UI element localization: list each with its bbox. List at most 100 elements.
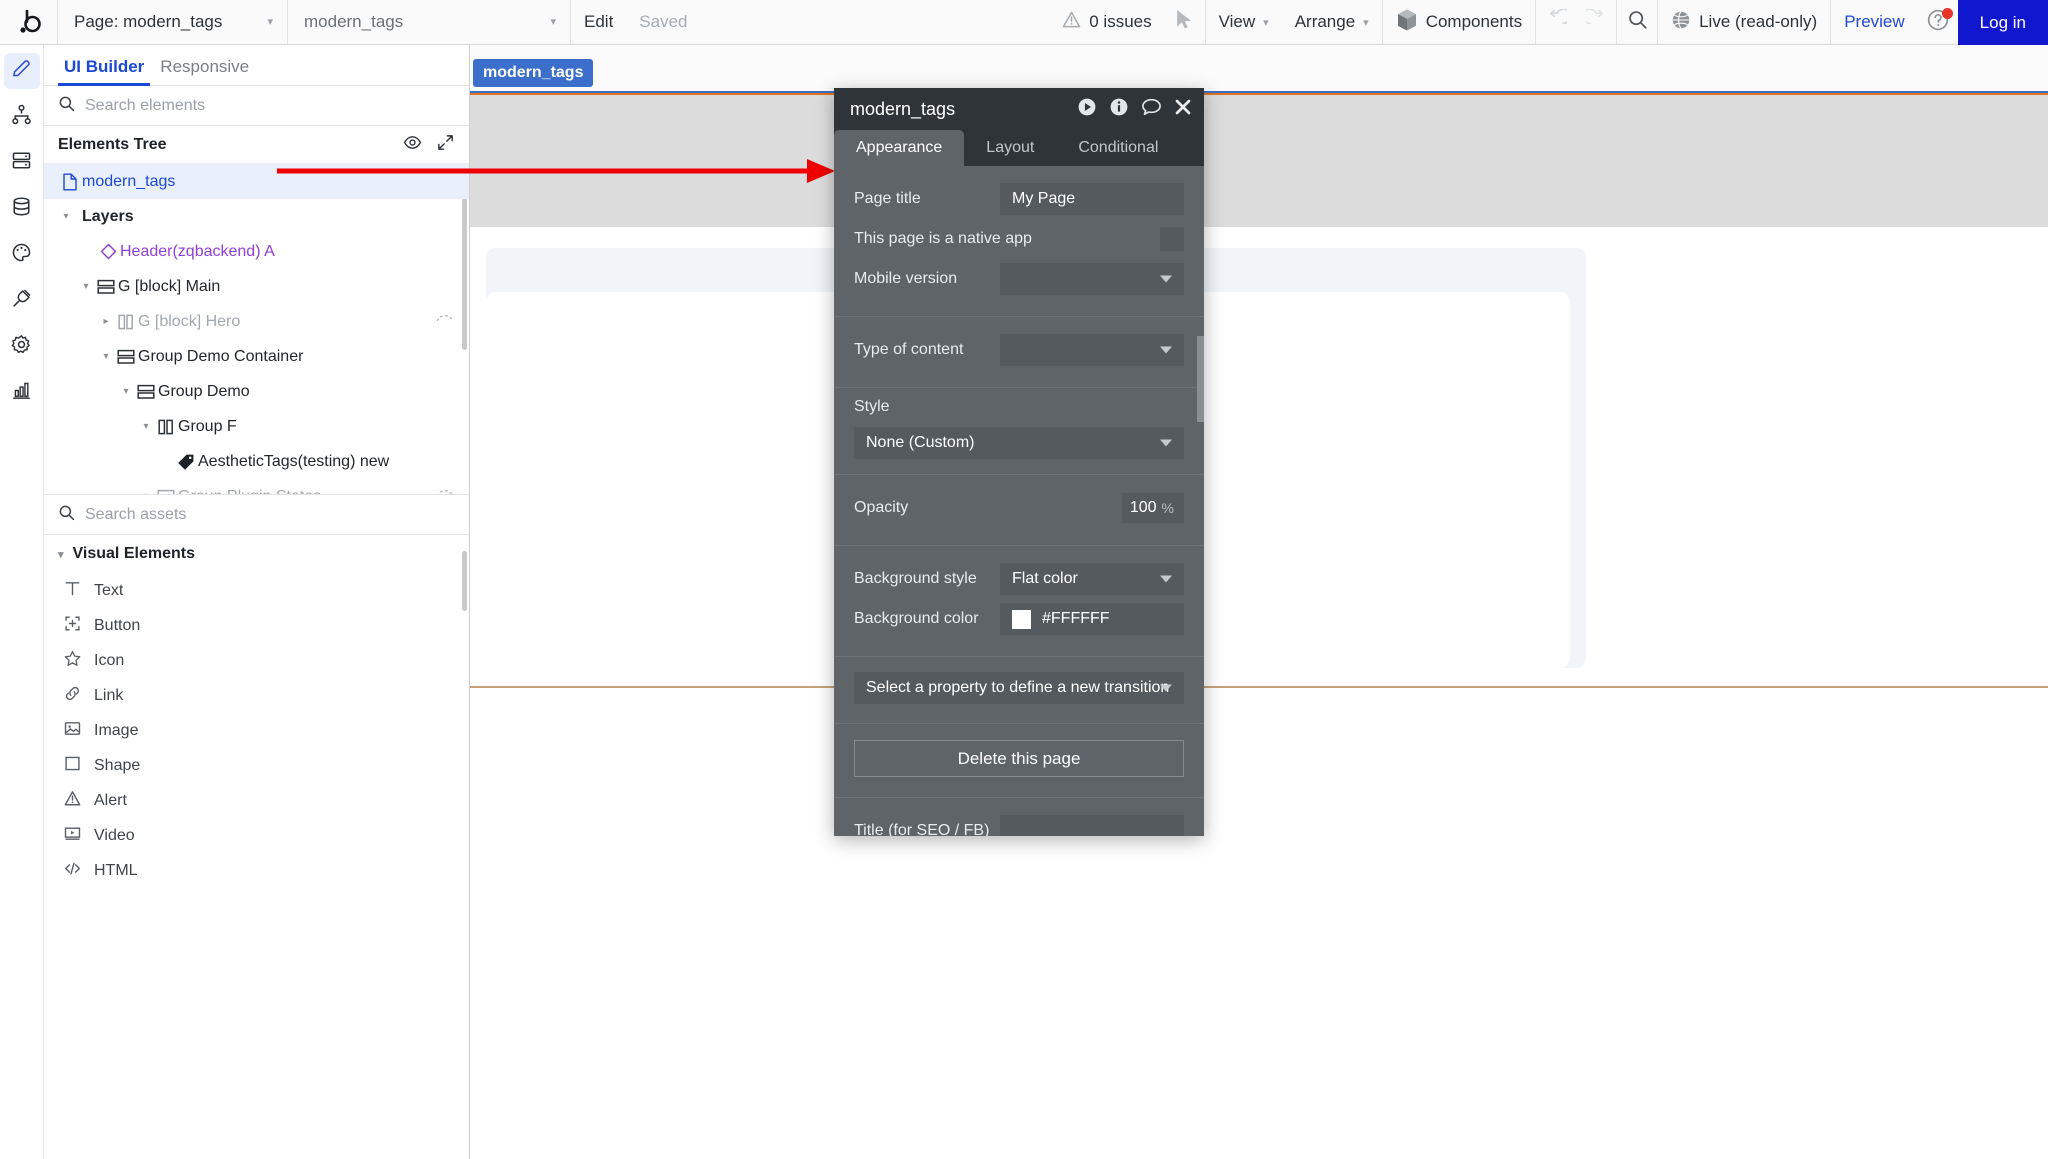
sidebar-item-settings[interactable] (4, 329, 40, 365)
comment-icon[interactable] (1141, 97, 1162, 122)
search-button[interactable] (1617, 0, 1657, 44)
search-assets-row[interactable]: Search assets (44, 495, 469, 535)
rows-icon (94, 279, 118, 295)
twisty-icon[interactable]: ▾ (138, 491, 154, 494)
seo-title-input[interactable] (1000, 815, 1184, 836)
style-dropdown[interactable]: None (Custom) (854, 427, 1184, 459)
transition-dropdown[interactable]: Select a property to define a new transi… (854, 672, 1184, 704)
sidebar-item-logs[interactable] (4, 375, 40, 411)
twisty-icon[interactable]: ▸ (98, 316, 114, 327)
tab-layout[interactable]: Layout (964, 130, 1056, 166)
tree-row[interactable]: ▾ Group F (44, 409, 469, 444)
opacity-input[interactable]: 100 % (1122, 493, 1184, 523)
tree-row[interactable]: ▾ Group Plugin States (44, 479, 469, 494)
sidebar-item-design[interactable] (4, 53, 40, 89)
element-selector[interactable]: modern_tags ▾ (288, 0, 571, 44)
diamond-icon (96, 243, 120, 260)
canvas-page-chip[interactable]: modern_tags (473, 59, 593, 87)
cursor-tool-button[interactable] (1165, 0, 1205, 44)
sidebar-item-workflow[interactable] (4, 99, 40, 135)
twisty-icon[interactable]: ▾ (118, 386, 134, 397)
search-assets-input[interactable]: Search assets (85, 506, 186, 524)
edit-mode-button[interactable]: Edit (571, 0, 626, 44)
elements-tree[interactable]: modern_tags ▾ Layers Header(zqbackend) A… (44, 164, 469, 494)
background-color-input[interactable]: #FFFFFF (1000, 603, 1184, 635)
code-icon (64, 860, 81, 882)
property-panel-body[interactable]: Page title My Page This page is a native… (834, 166, 1204, 836)
tree-row[interactable]: ▾ Group Demo (44, 374, 469, 409)
tree-row[interactable]: ▸ G [block] Hero (44, 304, 469, 339)
preview-label: Preview (1844, 12, 1904, 32)
view-menu[interactable]: View ▾ (1206, 0, 1282, 44)
tree-row[interactable]: ▾ G [block] Main (44, 269, 469, 304)
background-style-dropdown[interactable]: Flat color (1000, 563, 1184, 595)
bubble-logo[interactable] (0, 0, 58, 44)
sidebar-item-styles[interactable] (4, 237, 40, 273)
undo-button[interactable] (1536, 0, 1576, 44)
mobile-version-dropdown[interactable] (1000, 263, 1184, 295)
sidebar-item-data[interactable] (4, 145, 40, 181)
palette-item-video[interactable]: Video (44, 818, 469, 853)
cube-icon (1396, 8, 1418, 37)
palette-item-shape[interactable]: Shape (44, 748, 469, 783)
delete-page-button[interactable]: Delete this page (854, 740, 1184, 777)
eye-icon[interactable] (403, 133, 422, 157)
page-title-input[interactable]: My Page (1000, 183, 1184, 215)
play-icon[interactable] (1077, 97, 1097, 122)
login-button[interactable]: Log in (1958, 0, 2048, 45)
redo-button[interactable] (1576, 0, 1616, 44)
search-icon (1627, 9, 1648, 35)
sidebar-item-plugins[interactable] (4, 283, 40, 319)
sidebar-item-database[interactable] (4, 191, 40, 227)
preview-button[interactable]: Preview (1831, 0, 1917, 44)
palette-item-image[interactable]: Image (44, 713, 469, 748)
page-selector[interactable]: Page: modern_tags ▾ (58, 0, 288, 44)
close-icon[interactable] (1174, 98, 1192, 121)
palette-icon (11, 242, 32, 268)
twisty-icon[interactable]: ▾ (78, 281, 94, 292)
style-value: None (Custom) (866, 434, 974, 452)
canvas-bottom-area[interactable] (470, 688, 2048, 1159)
tab-ui-builder[interactable]: UI Builder (56, 57, 152, 85)
live-version-menu[interactable]: Live (read-only) (1658, 0, 1830, 44)
twisty-icon[interactable]: ▾ (58, 548, 64, 561)
palette-item-alert[interactable]: Alert (44, 783, 469, 818)
type-of-content-dropdown[interactable] (1000, 334, 1184, 366)
twisty-icon[interactable]: ▾ (138, 421, 154, 432)
info-icon[interactable] (1109, 97, 1129, 122)
design-canvas[interactable]: modern_tags (470, 45, 2048, 1159)
search-elements-row[interactable]: Search elements (44, 86, 469, 126)
hidden-eye-icon[interactable] (435, 313, 455, 331)
palette-item-link[interactable]: Link (44, 678, 469, 713)
chevron-down-icon: ▾ (241, 17, 273, 28)
color-swatch[interactable] (1012, 610, 1031, 629)
expand-icon[interactable] (436, 133, 455, 157)
canvas-hero-band[interactable] (470, 95, 2048, 227)
palette-item-icon[interactable]: Icon (44, 643, 469, 678)
search-elements-input[interactable]: Search elements (85, 97, 205, 115)
components-button[interactable]: Components (1383, 0, 1535, 44)
hidden-eye-icon[interactable] (435, 488, 455, 495)
image-icon (64, 720, 81, 742)
visual-elements-header[interactable]: ▾ Visual Elements (44, 535, 469, 573)
tab-appearance[interactable]: Appearance (834, 130, 964, 166)
assets-scrollbar[interactable] (462, 551, 467, 611)
tree-row[interactable]: Header(zqbackend) A (44, 234, 469, 269)
arrange-menu[interactable]: Arrange ▾ (1282, 0, 1382, 44)
tree-row[interactable]: modern_tags (44, 164, 469, 199)
tab-responsive[interactable]: Responsive (152, 57, 257, 85)
help-button[interactable] (1918, 0, 1958, 44)
twisty-icon[interactable]: ▾ (98, 351, 114, 362)
tree-row[interactable]: ▾ Group Demo Container (44, 339, 469, 374)
tree-row[interactable]: ▾ Layers (44, 199, 469, 234)
palette-item-text[interactable]: Text (44, 573, 469, 608)
palette-item-html[interactable]: HTML (44, 853, 469, 888)
tree-row[interactable]: AestheticTags(testing) new (44, 444, 469, 479)
native-app-checkbox[interactable] (1160, 227, 1184, 251)
background-color-label: Background color (854, 610, 979, 628)
palette-item-button[interactable]: Button (44, 608, 469, 643)
tab-conditional[interactable]: Conditional (1056, 130, 1180, 166)
issues-button[interactable]: 0 issues (1049, 0, 1164, 44)
twisty-icon[interactable]: ▾ (58, 211, 74, 222)
property-panel-scrollbar[interactable] (1197, 336, 1204, 422)
